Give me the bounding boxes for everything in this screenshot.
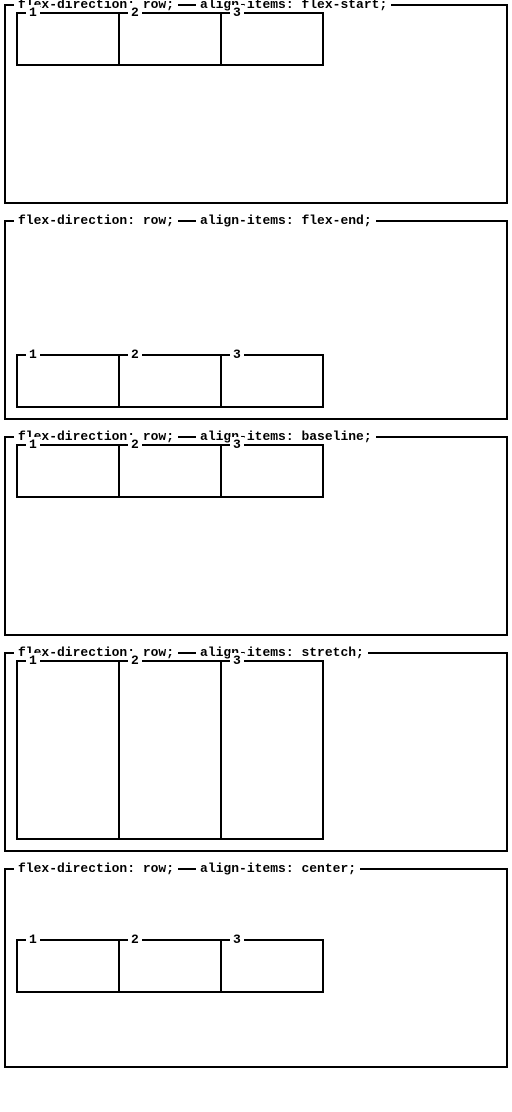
- flex-item-label: 1: [26, 5, 40, 20]
- flex-item: 3: [220, 444, 324, 498]
- flex-item-label: 2: [128, 932, 142, 947]
- flex-item: 2: [118, 939, 222, 993]
- flex-item-label: 2: [128, 5, 142, 20]
- demo-panel: flex-direction: row;align-items: flex-st…: [4, 4, 508, 204]
- demo-panel: flex-direction: row;align-items: baselin…: [4, 436, 508, 636]
- flex-container: 123: [6, 222, 506, 418]
- flex-item-label: 3: [230, 653, 244, 668]
- flex-item: 1: [16, 354, 120, 408]
- flex-item-label: 3: [230, 932, 244, 947]
- flex-item: 2: [118, 12, 222, 66]
- flex-item: 2: [118, 444, 222, 498]
- flex-container: 123: [6, 438, 506, 634]
- flex-item-label: 3: [230, 5, 244, 20]
- flex-item: 3: [220, 939, 324, 993]
- flex-item-label: 3: [230, 437, 244, 452]
- demo-panel: flex-direction: row;align-items: center;…: [4, 868, 508, 1068]
- flex-item-label: 3: [230, 347, 244, 362]
- flex-item: 3: [220, 660, 324, 840]
- flex-item: 2: [118, 660, 222, 840]
- flex-item: 3: [220, 12, 324, 66]
- flex-item-label: 1: [26, 437, 40, 452]
- flex-item-label: 1: [26, 347, 40, 362]
- flex-item-label: 1: [26, 653, 40, 668]
- flex-container: 123: [6, 870, 506, 1066]
- flex-item: 2: [118, 354, 222, 408]
- demo-panel: flex-direction: row;align-items: flex-en…: [4, 220, 508, 420]
- flex-container: 123: [6, 654, 506, 850]
- flex-item-label: 1: [26, 932, 40, 947]
- flex-demo-root: flex-direction: row;align-items: flex-st…: [4, 4, 508, 1068]
- flex-item: 1: [16, 939, 120, 993]
- flex-item-label: 2: [128, 653, 142, 668]
- flex-item: 1: [16, 12, 120, 66]
- flex-item: 3: [220, 354, 324, 408]
- flex-item-label: 2: [128, 437, 142, 452]
- flex-item: 1: [16, 660, 120, 840]
- flex-item-label: 2: [128, 347, 142, 362]
- demo-panel: flex-direction: row;align-items: stretch…: [4, 652, 508, 852]
- flex-container: 123: [6, 6, 506, 202]
- flex-item: 1: [16, 444, 120, 498]
